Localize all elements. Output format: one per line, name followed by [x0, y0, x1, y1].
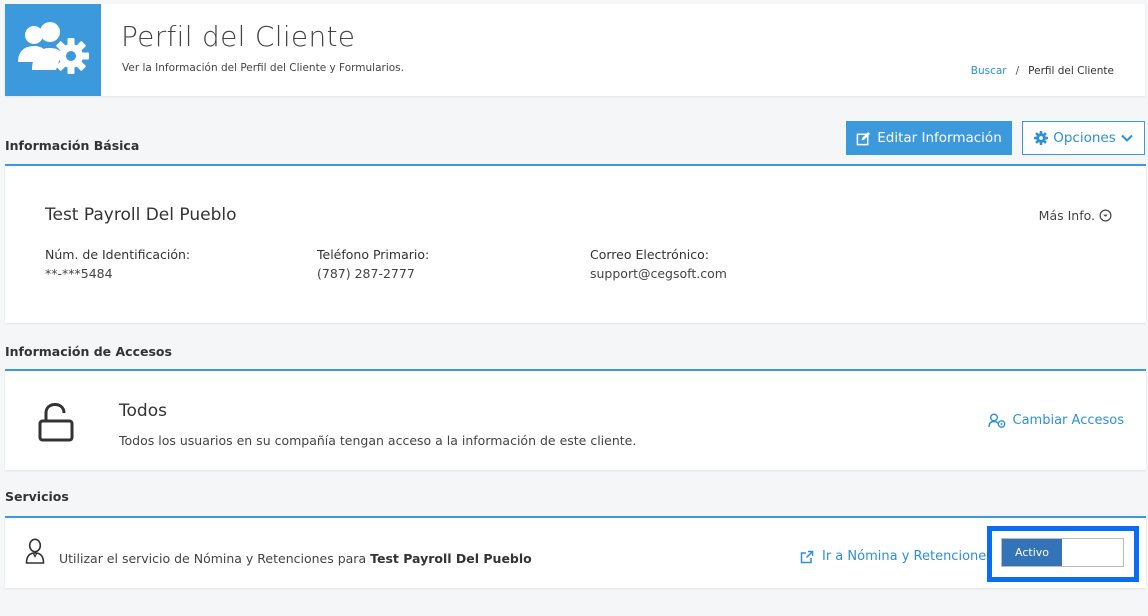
- edit-info-label: Editar Información: [877, 130, 1002, 146]
- options-dropdown-button[interactable]: Opciones: [1022, 121, 1145, 155]
- go-to-payroll-link[interactable]: Ir a Nómina y Retenciones: [800, 549, 993, 564]
- service-text-prefix: Utilizar el servicio de Nómina y Retenci…: [59, 551, 367, 566]
- phone-field: Teléfono Primario: (787) 287-2777: [317, 247, 429, 281]
- services-section-title: Servicios: [5, 489, 69, 504]
- services-card: Utilizar el servicio de Nómina y Retenci…: [5, 516, 1146, 588]
- external-link-icon: [800, 550, 814, 563]
- breadcrumb-link-buscar[interactable]: Buscar: [971, 65, 1007, 77]
- breadcrumb-separator: /: [1015, 65, 1020, 77]
- edit-icon: [856, 131, 871, 145]
- chevron-down-icon: [1121, 134, 1133, 142]
- toggle-active-label: Activo: [1002, 539, 1062, 566]
- access-title: Todos: [119, 401, 167, 421]
- gear-icon: [1034, 131, 1049, 145]
- basic-info-card: Test Payroll Del Pueblo Más Info. Núm. d…: [5, 164, 1146, 323]
- more-info-toggle[interactable]: Más Info.: [1039, 208, 1112, 223]
- client-name: Test Payroll Del Pueblo: [45, 205, 237, 225]
- breadcrumb: Buscar / Perfil del Cliente: [971, 65, 1114, 77]
- chevron-circle-down-icon: [1099, 209, 1112, 222]
- more-info-label: Más Info.: [1038, 208, 1095, 223]
- basic-info-section-title: Información Básica: [5, 138, 140, 153]
- access-info-section-title: Información de Accesos: [5, 344, 172, 359]
- go-to-payroll-label: Ir a Nómina y Retenciones: [822, 549, 994, 564]
- email-field: Correo Electrónico: support@cegsoft.com: [590, 247, 727, 281]
- user-tie-icon: [25, 538, 45, 568]
- page-header: Perfil del Cliente Ver la Información de…: [5, 4, 1145, 96]
- change-access-link[interactable]: Cambiar Accesos: [987, 413, 1124, 428]
- change-access-label: Cambiar Accesos: [1012, 413, 1124, 428]
- access-description: Todos los usuarios en su compañía tengan…: [119, 433, 637, 448]
- phone-label: Teléfono Primario:: [317, 247, 430, 262]
- phone-value: (787) 287-2777: [317, 266, 415, 281]
- unlock-icon: [37, 402, 75, 447]
- users-gear-icon: [5, 4, 101, 96]
- breadcrumb-current: Perfil del Cliente: [1028, 65, 1114, 77]
- id-number-field: Núm. de Identificación: **-***5484: [45, 247, 190, 281]
- email-label: Correo Electrónico:: [590, 247, 709, 262]
- id-number-label: Núm. de Identificación:: [45, 247, 191, 262]
- page-subtitle: Ver la Información del Perfil del Client…: [122, 62, 404, 74]
- access-info-card: Todos Todos los usuarios en su compañía …: [5, 369, 1146, 470]
- page-title: Perfil del Cliente: [121, 20, 356, 53]
- user-gear-icon: [987, 413, 1005, 428]
- email-value: support@cegsoft.com: [590, 266, 727, 281]
- service-active-toggle[interactable]: Activo: [1001, 538, 1124, 567]
- edit-info-button[interactable]: Editar Información: [846, 121, 1012, 155]
- service-client-name: Test Payroll Del Pueblo: [370, 551, 532, 566]
- id-number-value: **-***5484: [45, 266, 113, 281]
- service-description: Utilizar el servicio de Nómina y Retenci…: [59, 551, 532, 566]
- options-label: Opciones: [1053, 130, 1116, 146]
- highlight-frame: Activo: [987, 526, 1139, 582]
